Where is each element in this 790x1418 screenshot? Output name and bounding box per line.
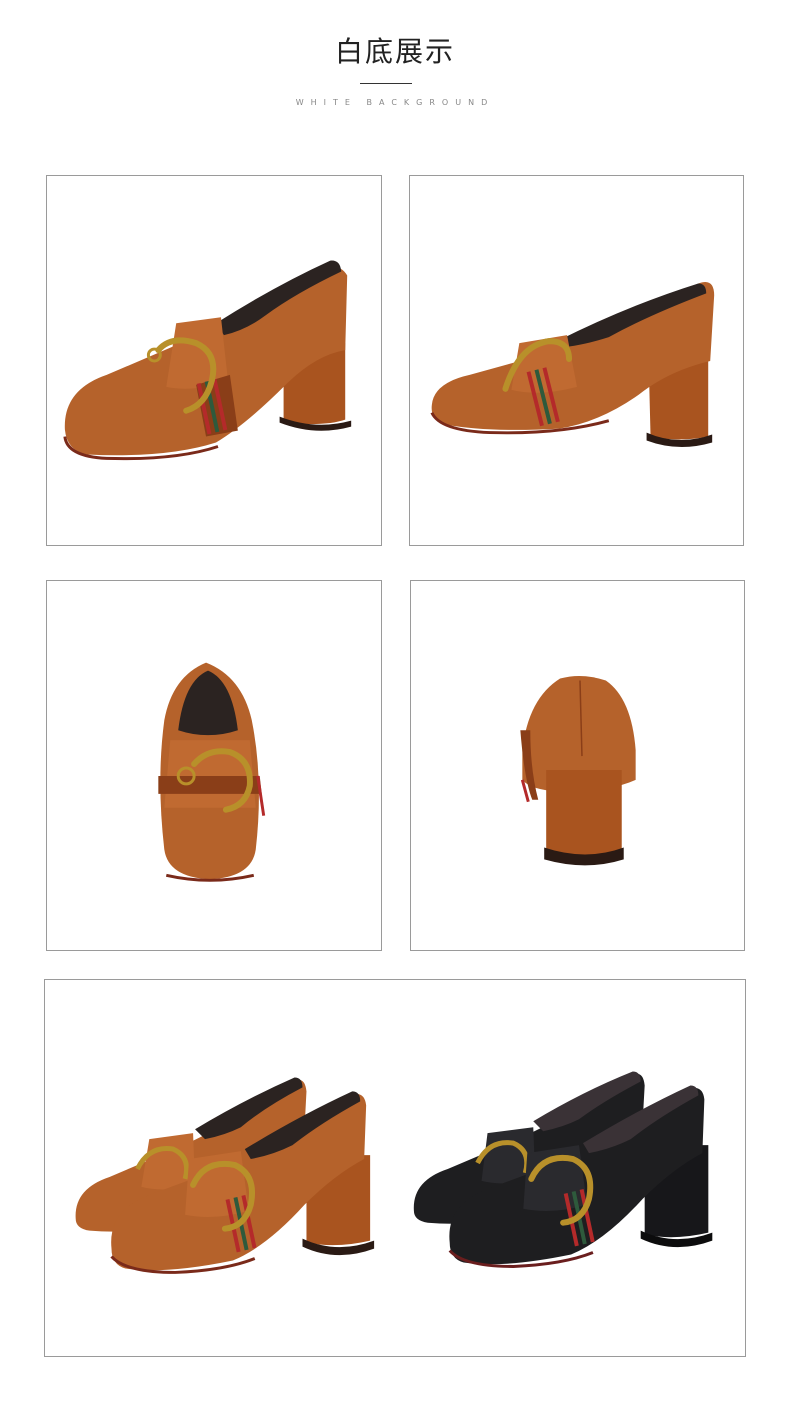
- brown-loafer-pump-back-icon: [520, 675, 636, 866]
- product-image-frame-2: [409, 175, 744, 546]
- title-divider: [360, 83, 412, 84]
- product-image-frame-3: [46, 580, 382, 951]
- product-image-frame-1: [46, 175, 382, 546]
- product-image-frame-4: [410, 580, 745, 951]
- product-image-frame-5: [44, 979, 746, 1357]
- brown-loafer-pump-side-left-icon: [63, 260, 352, 461]
- brown-loafer-pump-side-right-icon: [430, 281, 715, 448]
- brown-loafer-pump-front-icon: [158, 662, 266, 882]
- page-subtitle: WHITE BACKGROUND: [295, 98, 495, 107]
- loafer-pump-pairs-brown-black-icon: [75, 1071, 713, 1274]
- page-title: 白底展示: [334, 35, 455, 68]
